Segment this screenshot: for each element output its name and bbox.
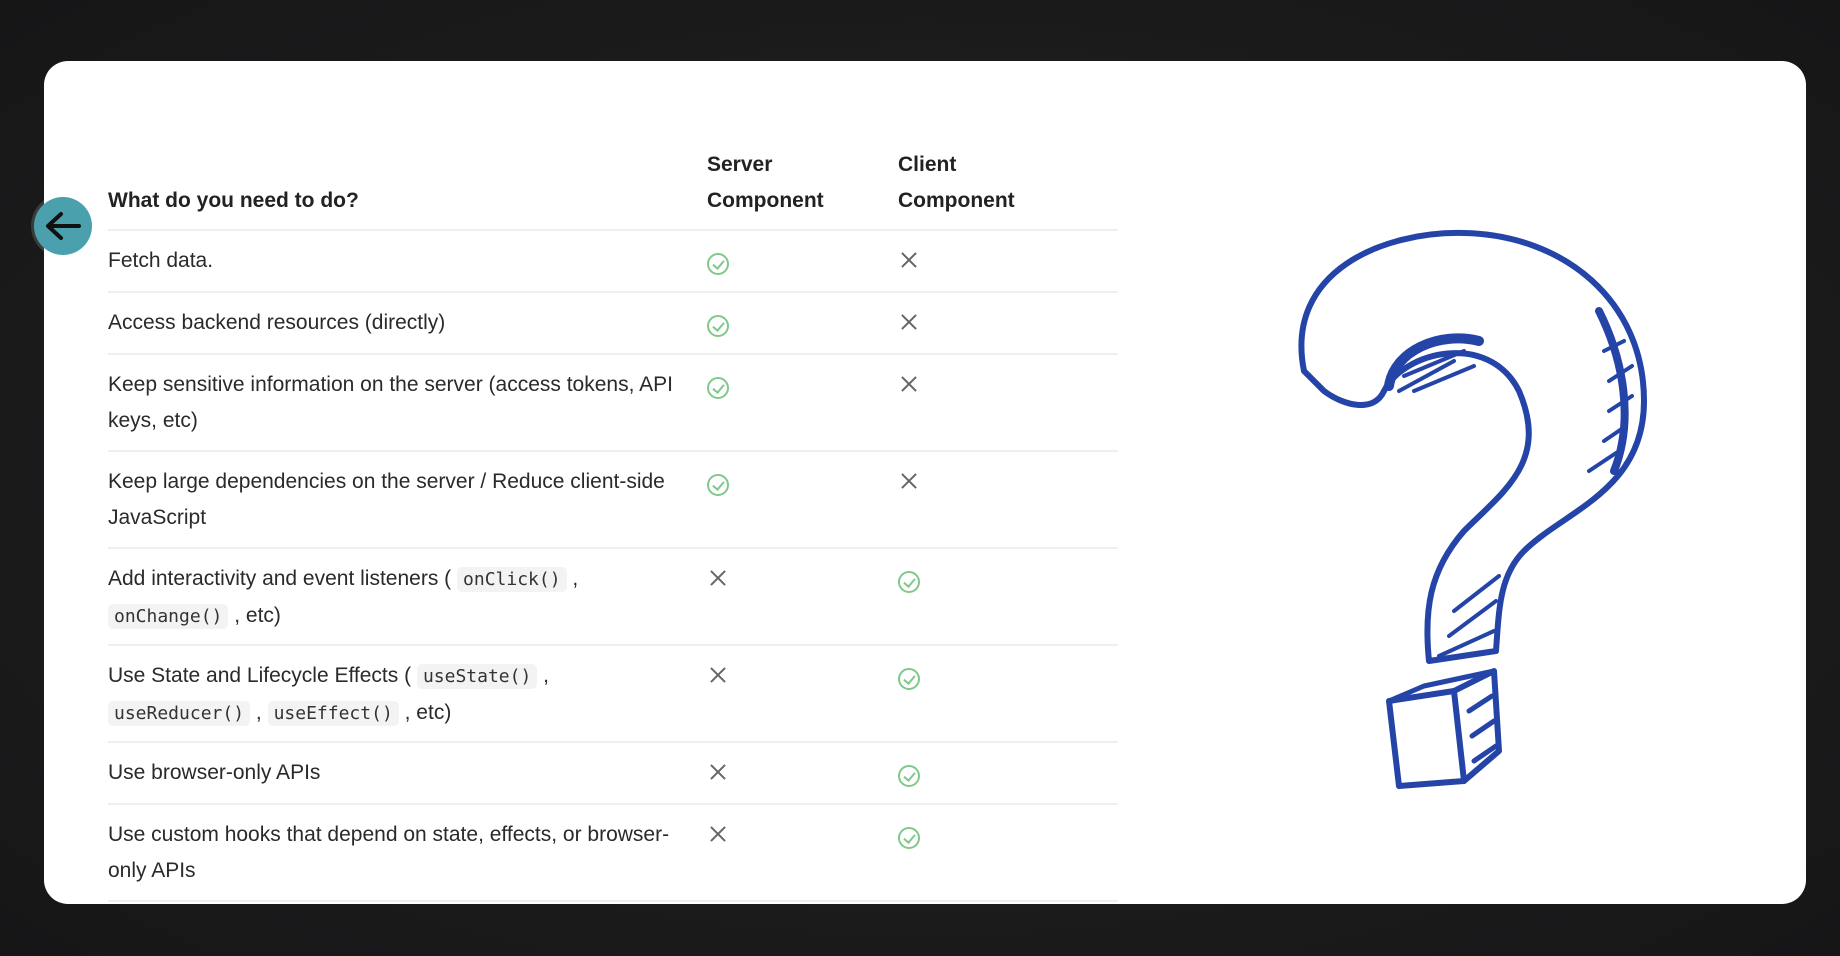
table-row: Keep sensitive information on the server… <box>108 355 1118 452</box>
comparison-table: What do you need to do? Server Component… <box>108 101 1118 902</box>
arrow-left-icon <box>46 212 81 240</box>
question-mark-icon <box>1298 229 1647 789</box>
cross-icon <box>707 567 729 589</box>
check-circle-icon <box>898 571 920 593</box>
code-snippet: useState() <box>416 664 538 689</box>
code-snippet: onChange() <box>108 604 229 629</box>
check-circle-icon <box>898 765 920 787</box>
cross-icon <box>707 664 729 686</box>
content-card: What do you need to do? Server Component… <box>44 61 1806 904</box>
header-client-component: Client Component <box>898 153 1015 212</box>
table-row: Add interactivity and event listeners ( … <box>108 549 1118 646</box>
cross-icon <box>898 311 920 333</box>
header-task: What do you need to do? <box>108 189 359 212</box>
task-text: Use browser-only APIs <box>108 761 321 784</box>
check-circle-icon <box>707 377 729 399</box>
table-row: Use State and Lifecycle Effects ( useSta… <box>108 646 1118 743</box>
cross-icon <box>898 470 920 492</box>
cross-icon <box>898 249 920 271</box>
check-circle-icon <box>707 253 729 275</box>
cross-icon <box>898 373 920 395</box>
task-text: Add interactivity and event listeners ( … <box>108 567 579 629</box>
back-button[interactable] <box>34 197 92 255</box>
table-row: Use custom hooks that depend on state, e… <box>108 805 1118 902</box>
task-text: Use State and Lifecycle Effects ( useSta… <box>108 664 550 726</box>
check-circle-icon <box>898 668 920 690</box>
task-text: Access backend resources (directly) <box>108 311 446 334</box>
task-text: Use custom hooks that depend on state, e… <box>108 823 670 882</box>
check-circle-icon <box>707 315 729 337</box>
cross-icon <box>707 761 729 783</box>
cross-icon <box>707 823 729 845</box>
code-snippet: useReducer() <box>108 701 251 726</box>
code-snippet: useEffect() <box>267 701 399 726</box>
check-circle-icon <box>898 827 920 849</box>
check-circle-icon <box>707 474 729 496</box>
task-text: Keep large dependencies on the server / … <box>108 470 665 529</box>
table-header: What do you need to do? Server Component… <box>108 101 1118 231</box>
table-row: Keep large dependencies on the server / … <box>108 452 1118 549</box>
code-snippet: onClick() <box>457 567 567 592</box>
table-row: Access backend resources (directly) <box>108 293 1118 355</box>
table-row: Fetch data. <box>108 231 1118 293</box>
table-row: Use browser-only APIs <box>108 743 1118 805</box>
task-text: Keep sensitive information on the server… <box>108 373 673 432</box>
header-server-component: Server Component <box>707 153 824 212</box>
task-text: Fetch data. <box>108 249 214 272</box>
